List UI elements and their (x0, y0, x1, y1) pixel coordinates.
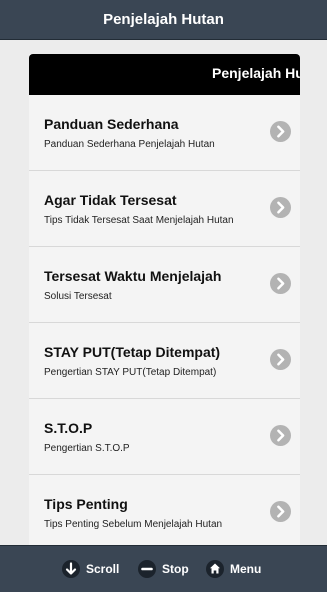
list-item-subtitle: Pengertian S.T.O.P (44, 443, 130, 454)
chevron-right-icon[interactable] (270, 501, 291, 522)
page-title: Penjelajah Hutan (103, 11, 224, 28)
content-panel[interactable]: Penjelajah Hutan Panduan Sederhana Pandu… (29, 54, 300, 545)
minus-icon (138, 560, 156, 578)
list-item-agar-tidak-tersesat[interactable]: Agar Tidak Tersesat Tips Tidak Tersesat … (29, 171, 300, 247)
chevron-right-icon[interactable] (270, 121, 291, 142)
list-item-subtitle: Tips Penting Sebelum Menjelajah Hutan (44, 519, 223, 530)
menu-label: Menu (230, 562, 262, 576)
list-item-tips-penting[interactable]: Tips Penting Tips Penting Sebelum Menjel… (29, 475, 300, 545)
list-item-stop[interactable]: S.T.O.P Pengertian S.T.O.P (29, 399, 300, 475)
list-item-subtitle: Pengertian STAY PUT(Tetap Ditempat) (44, 367, 217, 378)
app: Penjelajah Hutan Penjelajah Hutan Pandua… (0, 0, 327, 592)
list-item-tersesat-waktu-menjelajah[interactable]: Tersesat Waktu Menjelajah Solusi Tersesa… (29, 247, 300, 323)
menu-button[interactable]: Menu (206, 559, 261, 579)
list-item-subtitle: Tips Tidak Tersesat Saat Menjelajah Huta… (44, 215, 234, 226)
stop-label: Stop (162, 562, 189, 576)
bottom-nav-bar: Scroll Stop Menu (0, 545, 327, 592)
list-item-stay-put[interactable]: STAY PUT(Tetap Ditempat) Pengertian STAY… (29, 323, 300, 399)
top-bar: Penjelajah Hutan (0, 0, 327, 40)
list-item-title: S.T.O.P (44, 420, 93, 436)
arrow-down-icon (62, 560, 80, 578)
list-item-subtitle: Panduan Sederhana Penjelajah Hutan (44, 139, 215, 150)
chevron-right-icon[interactable] (270, 197, 291, 218)
scroll-button[interactable]: Scroll (62, 559, 119, 579)
chevron-right-icon[interactable] (270, 273, 291, 294)
content-header-title: Penjelajah Hutan (212, 65, 300, 81)
list-item-title: STAY PUT(Tetap Ditempat) (44, 344, 221, 360)
list-item-title: Agar Tidak Tersesat (44, 192, 177, 208)
home-icon (206, 560, 224, 578)
list-item-title: Tersesat Waktu Menjelajah (44, 268, 222, 284)
stop-button[interactable]: Stop (138, 559, 189, 579)
scroll-label: Scroll (86, 562, 120, 576)
list-item-title: Panduan Sederhana (44, 116, 179, 132)
content-header: Penjelajah Hutan (29, 54, 300, 95)
list-item-subtitle: Solusi Tersesat (44, 291, 112, 302)
list-item-title: Tips Penting (44, 496, 128, 512)
chevron-right-icon[interactable] (270, 425, 291, 446)
menu-list: Panduan Sederhana Panduan Sederhana Penj… (29, 95, 300, 545)
list-item-panduan-sederhana[interactable]: Panduan Sederhana Panduan Sederhana Penj… (29, 95, 300, 171)
chevron-right-icon[interactable] (270, 349, 291, 370)
